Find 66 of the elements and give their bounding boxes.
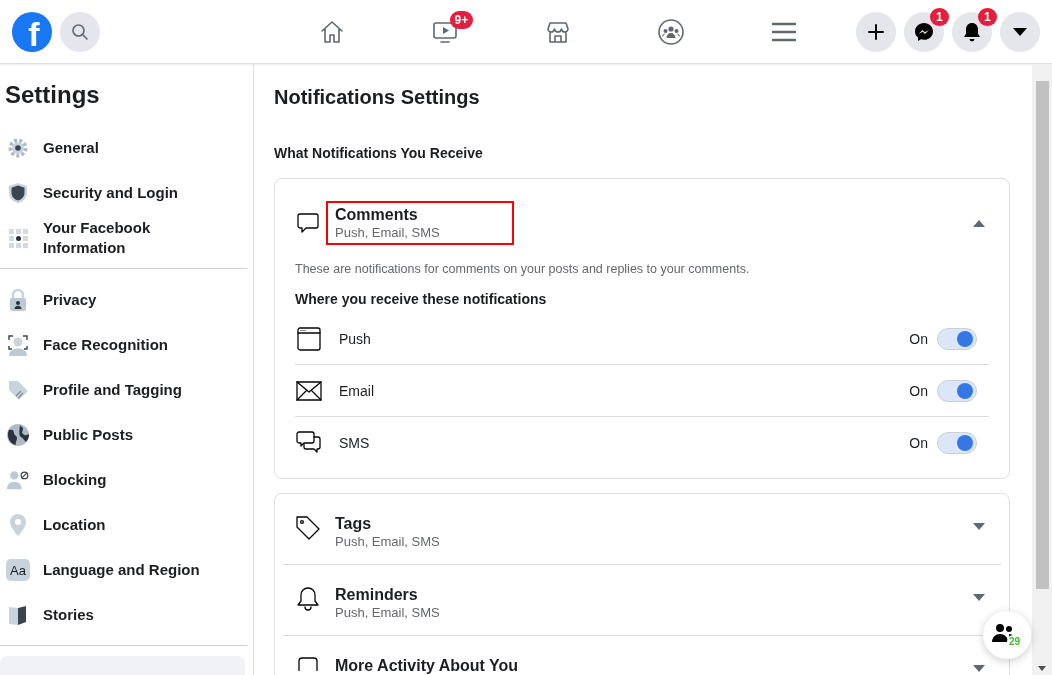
toggle-switch[interactable] (937, 379, 977, 402)
watch-tab[interactable]: 9+ (388, 11, 501, 52)
count-badge: 1 (978, 7, 997, 26)
scroll-down-arrow-icon[interactable] (1038, 666, 1046, 671)
category-subtitle: Push, Email, SMS (335, 534, 440, 550)
channel-label: SMS (339, 434, 370, 451)
bell-icon (963, 21, 981, 42)
channel-label: Email (339, 382, 374, 399)
category-title[interactable]: More Activity About You (335, 656, 519, 675)
messenger-icon (914, 21, 934, 42)
category-title[interactable]: Comments (335, 205, 440, 225)
sidebar-item[interactable]: Language and Region (43, 559, 200, 580)
caret-icon (973, 219, 985, 227)
sidebar-item[interactable]: General (43, 137, 99, 158)
face-scan-icon (6, 332, 30, 357)
account-menu-button[interactable] (1000, 11, 1040, 52)
page-title: Notifications Settings (274, 85, 481, 109)
category-title[interactable]: Reminders (335, 585, 440, 605)
sidebar-item[interactable]: Public Posts (43, 424, 134, 445)
toggle-state-label: On (909, 330, 928, 347)
create-button[interactable] (856, 11, 896, 52)
speech-bubble-icon (296, 211, 320, 235)
toggle-switch[interactable] (937, 327, 977, 350)
sidebar-item[interactable]: Blocking (43, 469, 107, 490)
channels-heading: Where you receive these notifications (295, 291, 548, 307)
shield-icon (6, 180, 30, 205)
browser-window-icon (297, 326, 321, 351)
sidebar-item[interactable]: Location (43, 514, 106, 535)
sidebar-item[interactable]: Security and Login (43, 182, 178, 203)
sidebar-item[interactable]: Profile and Tagging (43, 379, 182, 400)
tag-icon (295, 515, 321, 541)
sidebar-title: Settings (5, 81, 101, 109)
notifications-button[interactable] (952, 11, 992, 52)
logo[interactable]: f (12, 11, 52, 52)
caret-icon (973, 665, 985, 672)
caret-icon (973, 523, 985, 530)
sidebar-item[interactable]: Your Facebook Information (43, 217, 205, 258)
menu-icon (771, 20, 796, 43)
category-subtitle: Push, Email, SMS (335, 225, 440, 241)
bell-icon (296, 586, 320, 612)
count-badge: 1 (930, 7, 949, 26)
sidebar-item[interactable]: Face Recognition (43, 334, 169, 355)
home-icon (318, 18, 345, 45)
category-subtitle: Push, Email, SMS (335, 605, 440, 621)
category-description: These are notifications for comments on your posts and replies to your comments. (295, 261, 751, 277)
caret-icon (973, 594, 985, 601)
envelope-icon (296, 380, 322, 401)
letters-icon: Aa (6, 558, 30, 581)
scrollbar-thumb[interactable] (1035, 81, 1049, 589)
section-title: What Notifications You Receive (274, 145, 484, 161)
online-count: 29 (1007, 635, 1023, 648)
sidebar-item[interactable]: Stories (43, 604, 94, 625)
plus-icon (868, 23, 884, 40)
toggle-switch[interactable] (937, 431, 977, 454)
channel-label: Push (339, 330, 371, 347)
search-icon (71, 22, 89, 41)
caret-icon (1013, 27, 1027, 36)
search-button[interactable] (60, 11, 100, 52)
count-badge: 9+ (449, 10, 474, 29)
group-icon (656, 17, 685, 46)
category-title[interactable]: Tags (335, 514, 440, 534)
messenger-button[interactable] (904, 11, 944, 52)
toggle-state-label: On (909, 382, 928, 399)
toggle-state-label: On (909, 434, 928, 451)
sidebar-item[interactable]: Privacy (43, 289, 97, 310)
globe-icon (6, 422, 30, 447)
